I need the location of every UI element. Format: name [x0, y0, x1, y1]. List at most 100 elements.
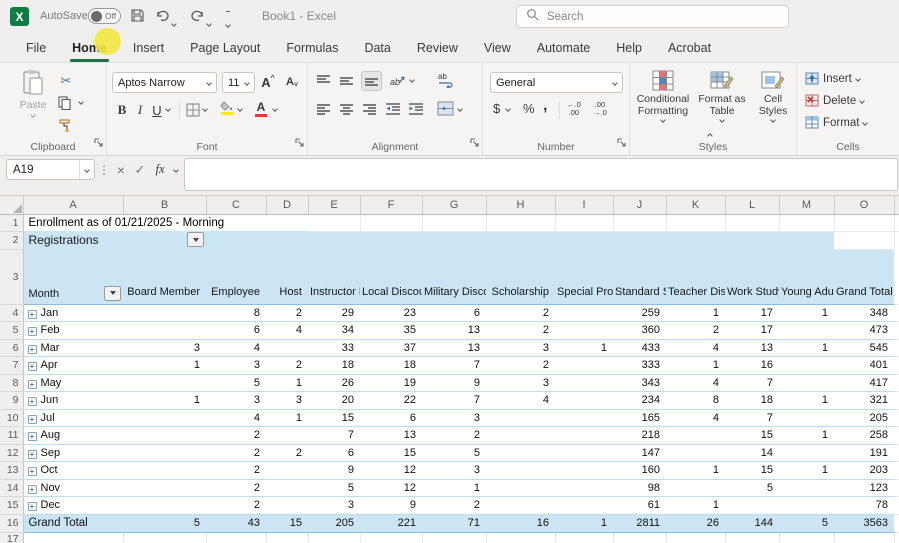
row-header-12[interactable]: 12	[0, 444, 23, 461]
cell-month-aug[interactable]: +Aug	[23, 426, 123, 444]
cell-value[interactable]	[779, 409, 834, 426]
cell-value[interactable]: 3	[206, 356, 266, 374]
expand-button[interactable]: +	[28, 502, 37, 511]
cell-grand-total-value[interactable]: 26	[666, 514, 725, 532]
expand-button[interactable]: +	[28, 415, 37, 424]
cell-value[interactable]	[666, 426, 725, 444]
cell-empty[interactable]	[834, 214, 894, 231]
cell-grand-total-value[interactable]: 1	[555, 514, 613, 532]
row-header-17[interactable]: 17	[0, 532, 23, 543]
cell-value[interactable]	[123, 426, 206, 444]
cell-grand-total-value[interactable]: 43	[206, 514, 266, 532]
wrap-text-icon[interactable]: ab	[438, 72, 455, 88]
align-bottom-icon[interactable]	[361, 71, 382, 91]
cell-empty[interactable]	[123, 532, 206, 543]
font-color-icon[interactable]: A	[255, 100, 267, 117]
decrease-indent-icon[interactable]	[385, 102, 401, 116]
cell-value[interactable]: 78	[834, 496, 894, 514]
cell-value[interactable]: 6	[206, 321, 266, 339]
cell-empty[interactable]	[894, 496, 899, 514]
header-local-discount[interactable]: Local Discount	[360, 249, 422, 304]
expand-button[interactable]: +	[28, 450, 37, 459]
cell-value[interactable]	[555, 391, 613, 409]
row-header-10[interactable]: 10	[0, 409, 23, 426]
cell-value[interactable]: 259	[613, 304, 666, 321]
header-standard-student[interactable]: Standard Student	[613, 249, 666, 304]
tab-acrobat[interactable]: Acrobat	[655, 33, 724, 62]
cell-value[interactable]: 15	[725, 426, 779, 444]
customize-qat-icon[interactable]	[226, 11, 230, 32]
font-launcher-icon[interactable]	[295, 134, 304, 152]
row-header-7[interactable]: 7	[0, 356, 23, 374]
cell-empty[interactable]	[666, 214, 725, 231]
header-host[interactable]: Host	[266, 249, 308, 304]
cell-empty[interactable]	[486, 214, 555, 231]
cell-value[interactable]: 1	[666, 304, 725, 321]
cell-value[interactable]	[779, 479, 834, 496]
cell-empty[interactable]	[894, 321, 899, 339]
merge-center-icon[interactable]	[437, 101, 454, 116]
tab-view[interactable]: View	[471, 33, 524, 62]
cell-value[interactable]	[666, 479, 725, 496]
cell-empty[interactable]	[555, 231, 613, 249]
cell-value[interactable]	[725, 496, 779, 514]
column-header-A[interactable]: A	[23, 196, 123, 214]
cell-value[interactable]: 545	[834, 339, 894, 356]
cell-value[interactable]: 16	[725, 356, 779, 374]
borders-dropdown-icon[interactable]	[203, 107, 207, 111]
cell-value[interactable]	[486, 496, 555, 514]
cell-value[interactable]: 2	[422, 496, 486, 514]
alignment-launcher-icon[interactable]	[470, 134, 479, 152]
cell-value[interactable]	[123, 321, 206, 339]
tab-page-layout[interactable]: Page Layout	[177, 33, 273, 62]
cell-value[interactable]: 147	[613, 444, 666, 461]
cell-value[interactable]: 321	[834, 391, 894, 409]
increase-decimal-icon[interactable]: ←.0.00	[567, 101, 581, 118]
header-military-discount[interactable]: Military Discount	[422, 249, 486, 304]
cell-value[interactable]: 1	[779, 339, 834, 356]
expand-button[interactable]: +	[28, 397, 37, 406]
cell-empty[interactable]	[894, 444, 899, 461]
column-header-D[interactable]: D	[266, 196, 308, 214]
expand-button[interactable]: +	[28, 327, 37, 336]
cell-value[interactable]: 13	[422, 321, 486, 339]
column-header-H[interactable]: H	[486, 196, 555, 214]
percent-icon[interactable]: %	[523, 101, 535, 116]
cell-grand-total-value[interactable]: 144	[725, 514, 779, 532]
cell-value[interactable]: 7	[725, 374, 779, 391]
row-header-13[interactable]: 13	[0, 461, 23, 479]
number-launcher-icon[interactable]	[617, 134, 626, 152]
cell-value[interactable]: 160	[613, 461, 666, 479]
column-header-I[interactable]: I	[555, 196, 613, 214]
header-board-member[interactable]: Board Member	[123, 249, 206, 304]
cell-value[interactable]	[123, 304, 206, 321]
cell-empty[interactable]	[360, 231, 422, 249]
column-header-B[interactable]: B	[123, 196, 206, 214]
expand-button[interactable]: +	[28, 485, 37, 494]
cell-empty[interactable]	[894, 304, 899, 321]
italic-button[interactable]: I	[133, 101, 147, 119]
cell-empty[interactable]	[779, 231, 834, 249]
cell-value[interactable]: 218	[613, 426, 666, 444]
collapse-ribbon-chevron[interactable]	[708, 125, 712, 143]
cell-value[interactable]	[266, 461, 308, 479]
cell-empty[interactable]	[894, 356, 899, 374]
row-header-3[interactable]: 3	[0, 249, 23, 304]
align-right-icon[interactable]	[362, 102, 377, 116]
expand-button[interactable]: +	[28, 467, 37, 476]
name-box-dropdown-icon[interactable]	[79, 160, 94, 179]
header-scholarship[interactable]: Scholarship	[486, 249, 555, 304]
redo-icon[interactable]	[190, 8, 205, 28]
fx-dropdown-icon[interactable]	[170, 159, 182, 180]
comma-style-icon[interactable]: ,	[543, 97, 547, 115]
cell-value[interactable]: 1	[779, 304, 834, 321]
currency-dropdown-icon[interactable]	[506, 107, 510, 111]
cell-value[interactable]: 15	[360, 444, 422, 461]
cell-value[interactable]: 2	[206, 496, 266, 514]
cell-empty[interactable]	[894, 339, 899, 356]
autosave-toggle[interactable]: Off	[88, 8, 121, 24]
cell-value[interactable]: 2	[266, 304, 308, 321]
cell-value[interactable]: 18	[308, 356, 360, 374]
cell-value[interactable]: 7	[308, 426, 360, 444]
cell-value[interactable]: 19	[360, 374, 422, 391]
